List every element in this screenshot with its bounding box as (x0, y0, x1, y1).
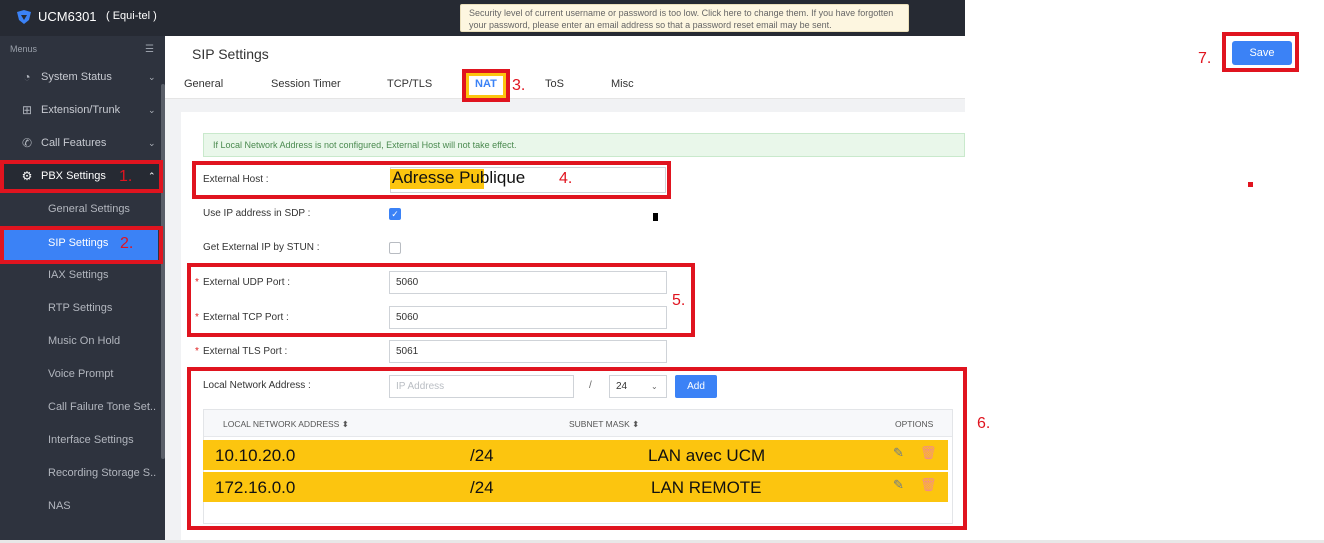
tab-tcp-tls[interactable]: TCP/TLS (387, 78, 432, 90)
sidebar-subitem-label: NAS (48, 500, 71, 512)
step-4-label: 4. (559, 170, 573, 187)
sidebar-subitem-label: Voice Prompt (48, 368, 114, 380)
sidebar-subitem-rtp-settings[interactable]: RTP Settings (0, 292, 160, 325)
sidebar-subitem-music-on-hold[interactable]: Music On Hold (0, 325, 160, 358)
sidebar-subitem-nas[interactable]: NAS (0, 490, 160, 523)
sidebar-subitem-general-settings[interactable]: General Settings (0, 193, 160, 226)
step-3-label: 3. (512, 77, 526, 94)
stun-checkbox[interactable] (389, 242, 401, 254)
sidebar-item-extension-trunk[interactable]: ⊞ Extension/Trunk ⌄ (0, 94, 160, 127)
highlight-box-external-host (192, 161, 671, 199)
network-icon: ⊞ (21, 103, 33, 117)
sidebar-subitem-label: Call Failure Tone Set... (48, 401, 156, 413)
step-2-label: 2. (120, 235, 134, 252)
tab-general[interactable]: General (184, 78, 223, 90)
highlight-box-ports (187, 263, 695, 337)
step-6-label: 6. (977, 415, 991, 432)
menu-collapse-icon[interactable]: ☰ (145, 44, 154, 55)
sidebar-item-call-features[interactable]: ✆ Call Features ⌄ (0, 127, 160, 160)
use-ip-sdp-label: Use IP address in SDP : (203, 208, 311, 219)
sidebar-subitem-label: Interface Settings (48, 434, 134, 446)
tab-tos[interactable]: ToS (545, 78, 564, 90)
use-ip-sdp-checkbox[interactable]: ✓ (389, 208, 401, 220)
step-1-label: 1. (119, 168, 133, 185)
sidebar-subitem-voice-prompt[interactable]: Voice Prompt (0, 358, 160, 391)
app-name: UCM6301 (38, 9, 97, 24)
step-7-label: 7. (1198, 50, 1212, 67)
tls-port-label: * External TLS Port : (195, 346, 288, 357)
sidebar-item-label: Extension/Trunk (41, 104, 121, 116)
stray-mark (1248, 182, 1253, 187)
tab-misc[interactable]: Misc (611, 78, 634, 90)
chevron-down-icon: ⌄ (148, 105, 156, 115)
tls-port-label-text: External TLS Port : (203, 346, 288, 357)
step-5-label: 5. (672, 292, 686, 309)
sidebar-subitem-interface-settings[interactable]: Interface Settings (0, 424, 160, 457)
sidebar-subitem-label: Music On Hold (48, 335, 121, 347)
sidebar-item-system-status[interactable]: ◔ System Status ⌄ (0, 61, 160, 94)
tab-session-timer[interactable]: Session Timer (271, 78, 341, 90)
sidebar-item-label: System Status (41, 71, 112, 83)
highlight-inner-nat-tab (466, 73, 506, 98)
highlight-box-save (1222, 32, 1299, 72)
required-marker: * (195, 346, 199, 357)
sidebar-subitem-label: Recording Storage S... (48, 467, 156, 479)
sidebar-subitem-label: General Settings (48, 203, 130, 215)
grandstream-logo-icon (15, 9, 33, 25)
highlight-box-local-network (187, 367, 967, 530)
highlight-box-pbx-settings (0, 160, 163, 193)
sidebar-subitem-call-failure-tone[interactable]: Call Failure Tone Set... (0, 391, 160, 424)
phone-icon: ✆ (21, 136, 33, 150)
tls-port-input[interactable]: 5061 (389, 340, 667, 363)
gauge-icon: ◔ (23, 70, 31, 84)
page-title: SIP Settings (192, 46, 269, 62)
app-subtitle: ( Equi-tel ) (106, 10, 157, 22)
security-warning[interactable]: Security level of current username or pa… (460, 4, 909, 32)
stun-label: Get External IP by STUN : (203, 242, 320, 253)
info-notice: If Local Network Address is not configur… (203, 133, 965, 157)
chevron-down-icon: ⌄ (148, 72, 156, 82)
sidebar-subitem-recording-storage[interactable]: Recording Storage S... (0, 457, 160, 490)
sidebar-subitem-label: RTP Settings (48, 302, 113, 314)
chevron-down-icon: ⌄ (148, 138, 156, 148)
menus-label: Menus (10, 44, 38, 54)
highlight-box-sip-settings (0, 226, 163, 264)
stray-mark (653, 213, 658, 221)
sidebar-item-label: Call Features (41, 137, 107, 149)
